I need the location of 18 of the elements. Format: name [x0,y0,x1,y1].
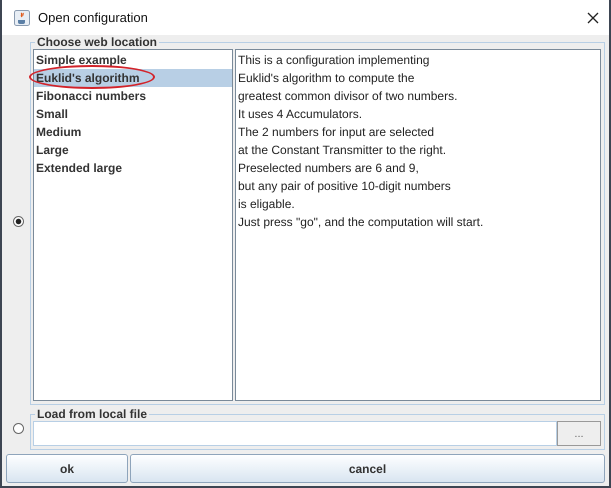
list-item[interactable]: Extended large [34,159,232,177]
dialog-button[interactable]: cancel [130,454,605,483]
browse-button[interactable]: ... [557,421,601,446]
dialog-button[interactable]: ok [6,454,128,483]
list-item[interactable]: Simple example [34,51,232,69]
group-title: Load from local file [36,407,148,421]
java-cup-icon [14,10,30,26]
window-title: Open configuration [38,10,149,25]
file-path-field[interactable] [33,421,557,446]
description-text: This is a configuration implementing Euklid's algorithm to compute the greatest common divisor of two numbers. It uses 4 Accumulators. The 2 numbers for input are selected at the Constant Transmitter to the right. Preselected numbers are 6 and 9, but any pair of positive 10-digit numbers is eligable. Just press "go", and the computation will start. [235,49,601,401]
close-icon[interactable] [587,12,599,24]
list-item[interactable]: Medium [34,123,232,141]
list-item[interactable]: Fibonacci numbers [34,87,232,105]
radio-button[interactable] [12,216,24,226]
list-item[interactable]: Small [34,105,232,123]
group-title: Choose web location [36,35,158,49]
list-item[interactable]: Large [34,141,232,159]
radio-button[interactable] [12,423,24,434]
